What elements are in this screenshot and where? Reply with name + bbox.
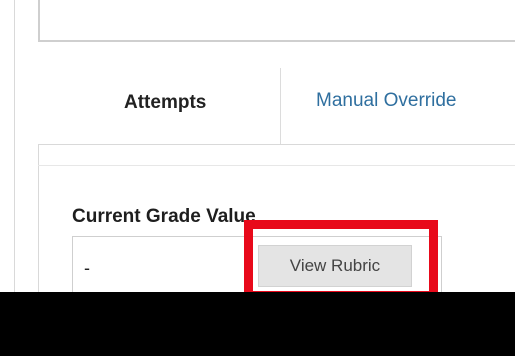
tab-bar: Attempts Manual Override [40, 68, 515, 144]
current-grade-label: Current Grade Value [72, 206, 256, 227]
grade-center-panel: Attempts Manual Override Current Grade V… [0, 0, 515, 356]
upper-container [38, 0, 515, 42]
tab-divider [280, 68, 281, 144]
tab-attempts[interactable]: Attempts [124, 92, 206, 114]
tab-manual-override[interactable]: Manual Override [316, 90, 456, 112]
panel-divider [38, 165, 515, 166]
page-edge-divider [14, 0, 15, 292]
redaction-bar [0, 292, 515, 356]
highlight-box [244, 220, 438, 300]
current-grade-value: - [84, 258, 90, 278]
